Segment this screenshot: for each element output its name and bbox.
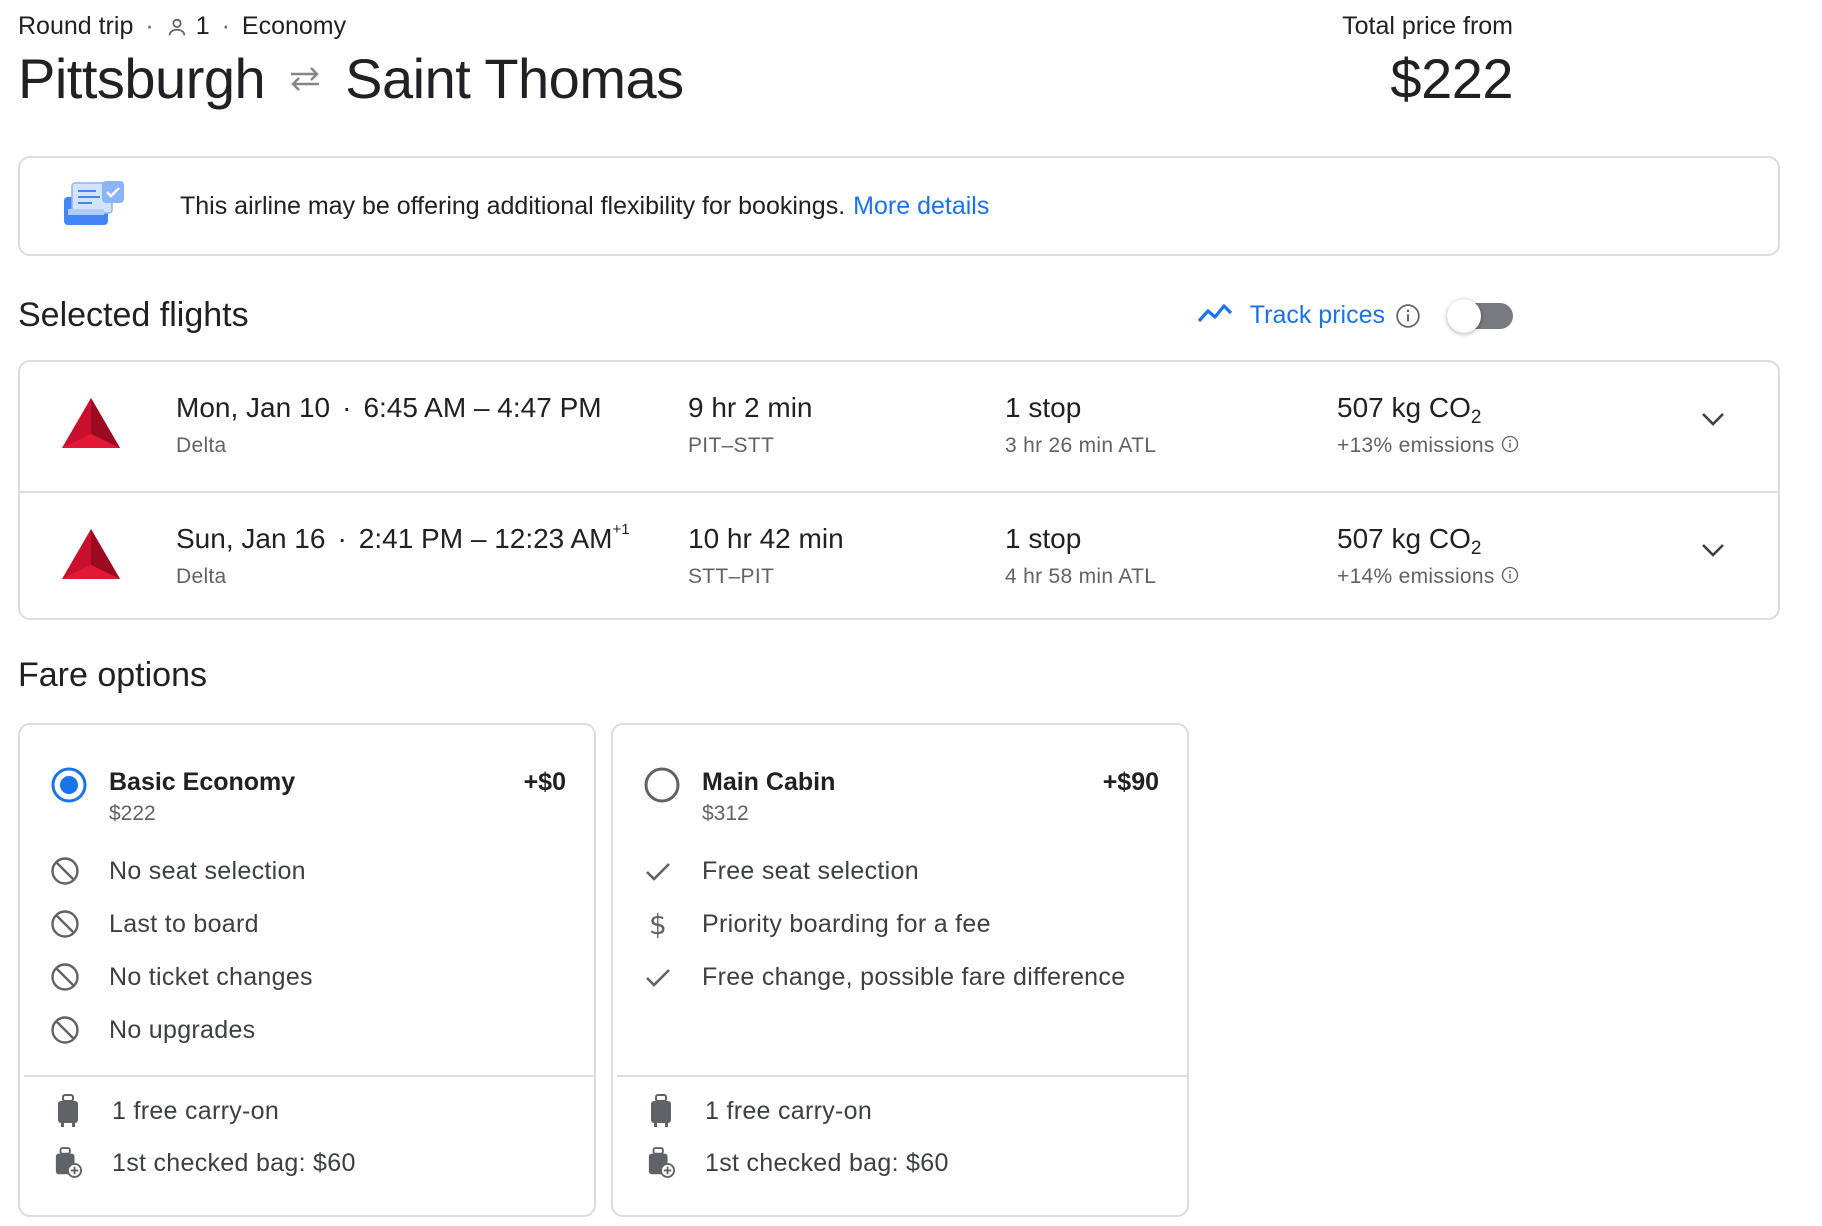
origin-city: Pittsburgh [18, 47, 266, 110]
track-prices[interactable]: Track prices [1196, 298, 1513, 333]
flexibility-banner: This airline may be offering additional … [18, 156, 1780, 256]
separator-dot: · [145, 12, 154, 40]
radio-selected[interactable] [50, 766, 88, 809]
flight-row-outbound[interactable]: Mon, Jan 10 · 6:45 AM – 4:47 PM Delta 9 hr… [20, 362, 1778, 491]
fare-feature: No upgrades [50, 1015, 255, 1045]
block-icon [50, 962, 80, 992]
cabin-class: Economy [241, 12, 347, 40]
flight-emissions-col: 507 kg CO2 +13% emissions [1337, 392, 1519, 458]
fare-feature: Free seat selection [643, 856, 919, 886]
check-icon [643, 962, 673, 992]
block-icon [50, 856, 80, 886]
toggle-knob [1447, 298, 1481, 333]
fare-price-delta: +$90 [1102, 768, 1159, 796]
dollar-icon: $ [648, 907, 668, 941]
info-icon[interactable] [1395, 303, 1421, 329]
separator-dot: · [221, 12, 230, 40]
fare-options-title: Fare options [18, 656, 207, 694]
booking-flexibility-icon [62, 179, 126, 234]
track-prices-toggle[interactable] [1447, 298, 1513, 333]
flight-date-time: Sun, Jan 16 · 2:41 PM – 12:23 AM+1 [176, 521, 630, 554]
fare-bag: 1st checked bag: $60 [54, 1146, 356, 1180]
fare-bag: 1st checked bag: $60 [647, 1146, 949, 1180]
passenger-count: 1 [195, 12, 210, 40]
route-title: Pittsburgh Saint Thomas [18, 46, 684, 111]
total-price: $222 [1390, 47, 1513, 110]
flight-duration-col: 9 hr 2 min PIT–STT [688, 392, 813, 458]
airline-name: Delta [176, 434, 227, 457]
divider [617, 1075, 1187, 1077]
day-offset: +1 [612, 521, 630, 538]
fare-card-main-cabin[interactable]: Main Cabin $312 +$90 Free seat selection… [611, 723, 1189, 1217]
airline-name: Delta [176, 565, 227, 588]
total-price-label: Total price from [1342, 12, 1513, 40]
delta-logo-icon [60, 396, 122, 455]
fare-price-delta: +$0 [523, 768, 566, 796]
trip-summary: Round trip · 1 · Economy [18, 12, 346, 41]
info-icon[interactable] [1501, 435, 1519, 453]
flight-route: PIT–STT [688, 434, 775, 457]
check-icon [643, 856, 673, 886]
track-prices-label[interactable]: Track prices [1250, 301, 1385, 330]
carry-on-icon [54, 1094, 82, 1128]
trend-icon [1196, 300, 1236, 331]
block-icon [50, 1015, 80, 1045]
flight-row-return[interactable]: Sun, Jan 16 · 2:41 PM – 12:23 AM+1 Delta 1… [20, 491, 1778, 620]
fare-price: $312 [702, 802, 749, 825]
banner-text: This airline may be offering additional … [180, 191, 990, 220]
flight-duration-col: 10 hr 42 min STT–PIT [688, 523, 844, 589]
flight-route: STT–PIT [688, 565, 775, 588]
more-details-link[interactable]: More details [853, 192, 989, 220]
fare-feature: No ticket changes [50, 962, 313, 992]
flight-duration: 10 hr 42 min [688, 523, 844, 554]
trip-type: Round trip [18, 12, 134, 40]
person-icon [168, 18, 185, 35]
flight-time-col: Sun, Jan 16 · 2:41 PM – 12:23 AM+1 Delta [176, 521, 630, 589]
selected-flights-card: Mon, Jan 10 · 6:45 AM – 4:47 PM Delta 9 hr… [18, 360, 1780, 620]
carry-on-icon [647, 1094, 675, 1128]
fare-feature: Last to board [50, 909, 259, 939]
checked-bag-icon [54, 1146, 82, 1180]
info-icon[interactable] [1501, 566, 1519, 584]
flight-time-col: Mon, Jan 10 · 6:45 AM – 4:47 PM Delta [176, 392, 602, 458]
checked-bag-icon [647, 1146, 675, 1180]
flight-layover: 3 hr 26 min ATL [1005, 434, 1157, 457]
radio-unselected[interactable] [643, 766, 681, 809]
fare-bag: 1 free carry-on [647, 1094, 872, 1128]
flight-duration: 9 hr 2 min [688, 392, 813, 423]
fare-price: $222 [109, 802, 156, 825]
emissions-delta: +13% emissions [1337, 434, 1519, 458]
flight-stops-col: 1 stop 3 hr 26 min ATL [1005, 392, 1156, 458]
co2-value: 507 kg CO2 [1337, 523, 1482, 559]
flight-date-time: Mon, Jan 10 · 6:45 AM – 4:47 PM [176, 392, 602, 423]
block-icon [50, 909, 80, 939]
delta-logo-icon [60, 527, 122, 586]
fare-name: Basic Economy [109, 768, 296, 796]
flight-stops: 1 stop [1005, 523, 1082, 554]
fare-bag: 1 free carry-on [54, 1094, 279, 1128]
chevron-down-icon[interactable] [1700, 410, 1726, 433]
fare-name: Main Cabin [702, 768, 836, 796]
co2-value: 507 kg CO2 [1337, 392, 1482, 428]
destination-city: Saint Thomas [345, 47, 684, 110]
divider [24, 1075, 594, 1077]
flight-stops: 1 stop [1005, 392, 1082, 423]
fare-card-basic-economy[interactable]: Basic Economy $222 +$0 No seat selection… [18, 723, 596, 1217]
chevron-down-icon[interactable] [1700, 541, 1726, 564]
emissions-delta: +14% emissions [1337, 565, 1519, 589]
flight-emissions-col: 507 kg CO2 +14% emissions [1337, 523, 1519, 589]
fare-feature: No seat selection [50, 856, 306, 886]
fare-feature: Free change, possible fare difference [643, 962, 1125, 992]
flight-stops-col: 1 stop 4 hr 58 min ATL [1005, 523, 1156, 589]
fare-feature: $ Priority boarding for a fee [643, 907, 991, 941]
round-trip-arrows-icon [287, 65, 323, 93]
selected-flights-title: Selected flights [18, 296, 249, 334]
flight-layover: 4 hr 58 min ATL [1005, 565, 1157, 588]
